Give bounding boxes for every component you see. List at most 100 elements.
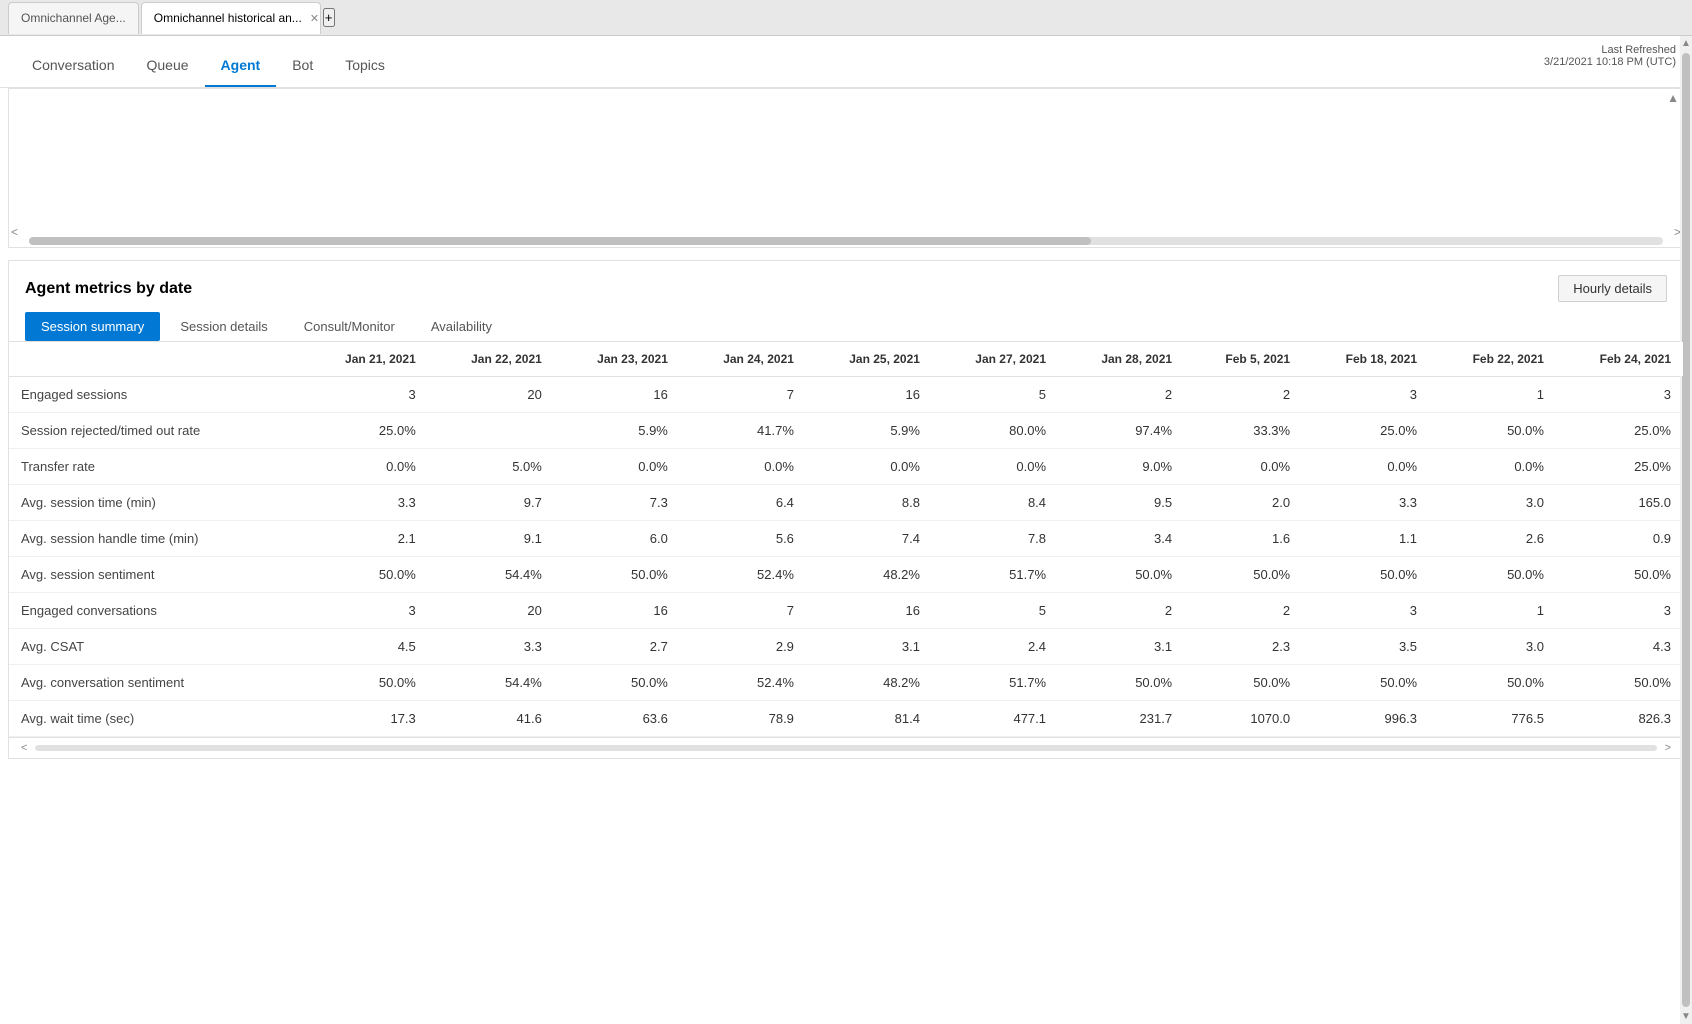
cell-value: 3.0: [1429, 485, 1556, 521]
col-header-date: Jan 21, 2021: [302, 342, 428, 377]
metrics-table-wrapper[interactable]: Jan 21, 2021Jan 22, 2021Jan 23, 2021 Jan …: [9, 342, 1683, 737]
tab-active[interactable]: Omnichannel historical an... ✕: [141, 2, 321, 34]
scroll-up-icon[interactable]: ▲: [1667, 91, 1679, 105]
nav-item-agent[interactable]: Agent: [205, 43, 277, 87]
right-scroll-down-icon[interactable]: ▼: [1679, 1009, 1692, 1024]
cell-value: 50.0%: [1429, 557, 1556, 593]
col-header-date: Feb 5, 2021: [1184, 342, 1302, 377]
cell-value: 16: [806, 377, 932, 413]
cell-value: 0.0%: [806, 449, 932, 485]
nav-item-conversation[interactable]: Conversation: [16, 43, 131, 87]
cell-value: 50.0%: [554, 665, 680, 701]
cell-value: 3.5: [1302, 629, 1429, 665]
cell-value: 50.0%: [1429, 413, 1556, 449]
cell-value: 7: [680, 593, 806, 629]
cell-value: 50.0%: [1184, 665, 1302, 701]
cell-value: 3: [302, 593, 428, 629]
cell-value: [428, 413, 554, 449]
metrics-table: Jan 21, 2021Jan 22, 2021Jan 23, 2021 Jan …: [9, 342, 1683, 737]
cell-value: 4.5: [302, 629, 428, 665]
bottom-scroll-right[interactable]: >: [1661, 740, 1675, 756]
scrollbar-thumb: [29, 237, 1091, 245]
tab-inactive-label: Omnichannel Age...: [21, 11, 126, 25]
cell-value: 1: [1429, 377, 1556, 413]
browser-tab-bar: Omnichannel Age... Omnichannel historica…: [0, 0, 1692, 36]
cell-value: 50.0%: [1184, 557, 1302, 593]
cell-value: 2: [1058, 377, 1184, 413]
right-scrollbar[interactable]: ▲ ▼: [1680, 36, 1692, 1024]
app-container: Conversation Queue Agent Bot Topics Last…: [0, 36, 1692, 1024]
right-scroll-thumb: [1682, 53, 1690, 1007]
cell-value: 5: [932, 593, 1058, 629]
cell-value: 3: [1556, 377, 1683, 413]
hourly-details-button[interactable]: Hourly details: [1558, 275, 1667, 302]
last-refreshed-value: 3/21/2021 10:18 PM (UTC): [1544, 56, 1676, 68]
row-label: Avg. session sentiment: [9, 557, 302, 593]
cell-value: 54.4%: [428, 557, 554, 593]
cell-value: 5.9%: [554, 413, 680, 449]
cell-value: 7.4: [806, 521, 932, 557]
table-row: Avg. conversation sentiment50.0%54.4%50.…: [9, 665, 1683, 701]
table-row: Avg. session handle time (min)2.19.16.05…: [9, 521, 1683, 557]
cell-value: 51.7%: [932, 665, 1058, 701]
panel-header: Agent metrics by date Hourly details: [9, 261, 1683, 302]
cell-value: 80.0%: [932, 413, 1058, 449]
cell-value: 3.1: [1058, 629, 1184, 665]
tab-inactive[interactable]: Omnichannel Age...: [8, 2, 139, 34]
cell-value: 3: [1302, 593, 1429, 629]
cell-value: 6.4: [680, 485, 806, 521]
cell-value: 0.0%: [554, 449, 680, 485]
tab-consult-monitor[interactable]: Consult/Monitor: [288, 312, 411, 341]
cell-value: 50.0%: [1429, 665, 1556, 701]
cell-value: 0.0%: [680, 449, 806, 485]
right-scroll-up-icon[interactable]: ▲: [1679, 36, 1692, 51]
cell-value: 16: [554, 377, 680, 413]
cell-value: 78.9: [680, 701, 806, 737]
cell-value: 50.0%: [1302, 665, 1429, 701]
cell-value: 48.2%: [806, 557, 932, 593]
new-tab-button[interactable]: +: [323, 8, 335, 27]
cell-value: 41.6: [428, 701, 554, 737]
cell-value: 1070.0: [1184, 701, 1302, 737]
cell-value: 52.4%: [680, 557, 806, 593]
cell-value: 5.9%: [806, 413, 932, 449]
nav-item-topics[interactable]: Topics: [329, 43, 401, 87]
nav-item-queue[interactable]: Queue: [131, 43, 205, 87]
cell-value: 0.0%: [1429, 449, 1556, 485]
cell-value: 3: [1302, 377, 1429, 413]
tab-session-summary[interactable]: Session summary: [25, 312, 160, 341]
nav-item-bot[interactable]: Bot: [276, 43, 329, 87]
cell-value: 2.0: [1184, 485, 1302, 521]
tab-availability[interactable]: Availability: [415, 312, 508, 341]
tab-session-details[interactable]: Session details: [164, 312, 283, 341]
col-header-date: Jan 22, 2021: [428, 342, 554, 377]
table-row: Avg. CSAT4.53.32.72.93.12.43.12.33.53.04…: [9, 629, 1683, 665]
cell-value: 3.1: [806, 629, 932, 665]
cell-value: 0.0%: [932, 449, 1058, 485]
cell-value: 9.5: [1058, 485, 1184, 521]
col-header-date: Jan 23, 2021: [554, 342, 680, 377]
scroll-left-icon[interactable]: <: [11, 225, 18, 239]
close-tab-icon[interactable]: ✕: [310, 12, 319, 25]
table-row: Engaged sessions32016716522313: [9, 377, 1683, 413]
cell-value: 50.0%: [302, 557, 428, 593]
horizontal-scrollbar[interactable]: [29, 237, 1663, 245]
table-row: Avg. wait time (sec)17.341.663.678.981.4…: [9, 701, 1683, 737]
cell-value: 50.0%: [554, 557, 680, 593]
cell-value: 2: [1058, 593, 1184, 629]
cell-value: 7.3: [554, 485, 680, 521]
bottom-scroll-left[interactable]: <: [17, 740, 31, 756]
cell-value: 4.3: [1556, 629, 1683, 665]
cell-value: 50.0%: [1058, 557, 1184, 593]
cell-value: 33.3%: [1184, 413, 1302, 449]
cell-value: 0.0%: [1184, 449, 1302, 485]
last-refreshed-label: Last Refreshed: [1544, 44, 1676, 56]
table-header: Jan 21, 2021Jan 22, 2021Jan 23, 2021 Jan …: [9, 342, 1683, 377]
cell-value: 2.9: [680, 629, 806, 665]
cell-value: 996.3: [1302, 701, 1429, 737]
cell-value: 51.7%: [932, 557, 1058, 593]
col-header-label: [9, 342, 302, 377]
col-header-date: Jan 28, 2021: [1058, 342, 1184, 377]
cell-value: 231.7: [1058, 701, 1184, 737]
row-label: Engaged conversations: [9, 593, 302, 629]
